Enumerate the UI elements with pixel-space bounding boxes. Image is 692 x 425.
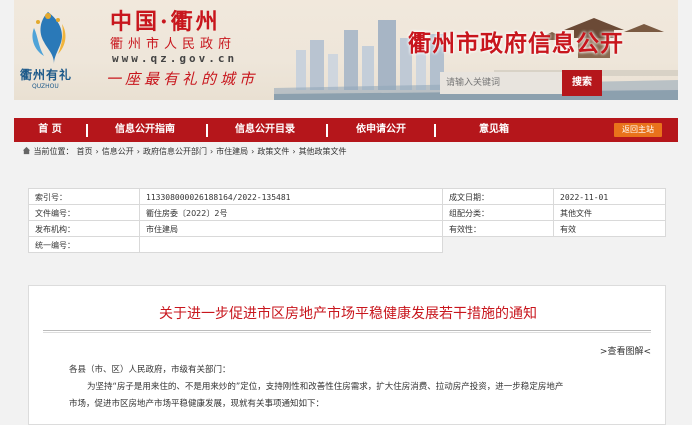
- nav-item-home[interactable]: 首 页: [30, 118, 70, 142]
- search-button[interactable]: 搜索: [562, 70, 602, 96]
- article-body: 各县（市、区）人民政府，市级有关部门： 为坚持“房子是用来住的、不是用来炒的”定…: [69, 362, 629, 413]
- breadcrumb-separator: ›: [209, 147, 214, 156]
- docno-label: 文件编号：: [28, 204, 140, 221]
- banner-slogan: 一座最有礼的城市: [106, 70, 259, 88]
- breadcrumb-separator: ›: [292, 147, 296, 156]
- title-divider-secondary: [43, 332, 651, 333]
- category-value: 其他文件: [553, 204, 666, 221]
- validity-label: 有效性：: [442, 220, 554, 237]
- nav-separator: [86, 124, 88, 137]
- breadcrumb-separator: ›: [95, 147, 99, 156]
- nav-item-guide[interactable]: 信息公开指南: [110, 118, 180, 142]
- nav-item-apply[interactable]: 依申请公开: [350, 118, 412, 142]
- return-main-site-button[interactable]: 返回主站: [614, 123, 662, 137]
- search-box: 搜索: [440, 70, 604, 96]
- nav-separator: [206, 124, 208, 137]
- category-label: 组配分类：: [442, 204, 554, 221]
- breadcrumb-other-policy-docs[interactable]: 其他政策文件: [299, 147, 347, 156]
- nav-separator: [326, 124, 328, 137]
- breadcrumb-separator: ›: [251, 147, 255, 156]
- article-paragraph: 为坚持“房子是用来住的、不是用来炒的”定位，支持刚性和改善性住房需求，扩大住房消…: [87, 382, 564, 392]
- org-label: 发布机构：: [28, 220, 140, 237]
- search-input[interactable]: [440, 72, 562, 94]
- unified-value: [139, 236, 443, 253]
- article-paragraph-continued: 市场，促进市区房地产市场平稳健康发展，现就有关事项通知如下：: [69, 399, 325, 409]
- unified-label: 统一编号：: [28, 236, 140, 253]
- validity-value: 有效: [553, 220, 666, 237]
- main-nav: 首 页 信息公开指南 信息公开目录 依申请公开 意见箱 返回主站: [14, 118, 678, 142]
- header-banner: 衢州有礼 QUZHOU 中国·衢州 衢州市人民政府 www.qz.gov.cn …: [14, 0, 678, 100]
- breadcrumb-home[interactable]: 首页: [77, 147, 93, 156]
- breadcrumb-departments[interactable]: 政府信息公开部门: [143, 147, 207, 156]
- breadcrumb-prefix: 当前位置：: [33, 147, 74, 156]
- title-divider: [43, 330, 651, 331]
- index-label: 索引号：: [28, 188, 140, 205]
- site-title: 衢州市政府信息公开: [408, 30, 624, 57]
- view-graphic-link[interactable]: >查看图解<: [600, 344, 651, 357]
- breadcrumb-info-public[interactable]: 信息公开: [102, 147, 134, 156]
- nav-item-feedback[interactable]: 意见箱: [474, 118, 514, 142]
- date-value: 2022-11-01: [553, 188, 666, 205]
- breadcrumb: 当前位置： 首页 › 信息公开 › 政府信息公开部门 › 市住建局 › 政策文件 › 其他政策文件: [22, 146, 350, 158]
- article-panel: 关于进一步促进市区房地产市场平稳健康发展若干措施的通知 >查看图解< 各县（市、…: [28, 285, 666, 425]
- banner-url: www.qz.gov.cn: [112, 52, 238, 65]
- date-label: 成文日期：: [442, 188, 554, 205]
- logo-text: 衢州有礼: [20, 68, 73, 82]
- banner-title-china-quzhou: 中国·衢州: [110, 9, 221, 35]
- banner-gov-name: 衢州市人民政府: [110, 37, 237, 52]
- nav-item-catalog[interactable]: 信息公开目录: [230, 118, 300, 142]
- index-value: 113308000026188164/2022-135481: [139, 188, 443, 205]
- article-greeting: 各县（市、区）人民政府，市级有关部门：: [69, 365, 231, 375]
- logo-subtext: QUZHOU: [32, 83, 59, 90]
- breadcrumb-separator: ›: [136, 147, 140, 156]
- nav-separator: [434, 124, 436, 137]
- breadcrumb-housing-bureau[interactable]: 市住建局: [216, 147, 248, 156]
- org-value: 市住建局: [139, 220, 443, 237]
- breadcrumb-policy-docs[interactable]: 政策文件: [257, 147, 289, 156]
- docno-value: 衢住房委〔2022〕2号: [139, 204, 443, 221]
- article-title: 关于进一步促进市区房地产市场平稳健康发展若干措施的通知: [159, 306, 537, 322]
- home-icon: [22, 146, 31, 155]
